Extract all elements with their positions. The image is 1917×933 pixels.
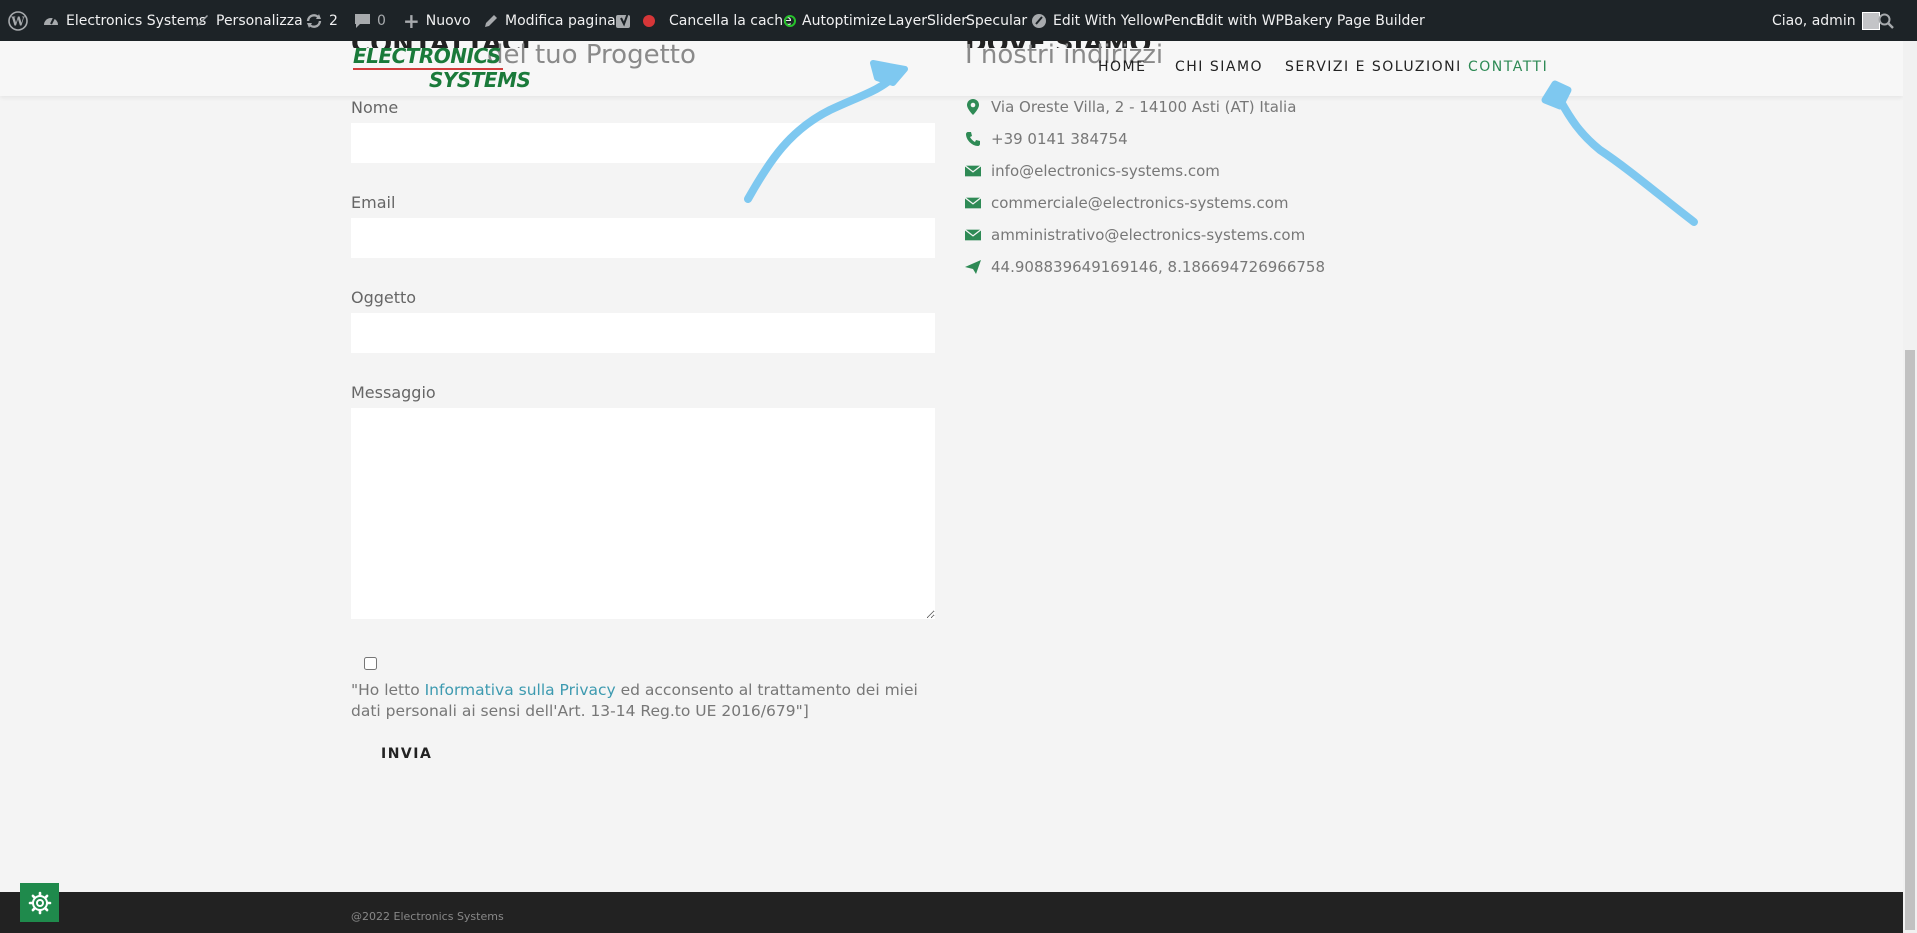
privacy-consent-text: "Ho letto Informativa sulla Privacy ed a… bbox=[351, 680, 941, 722]
envelope-icon bbox=[965, 165, 981, 177]
edit-page-label: Modifica pagina bbox=[505, 12, 616, 29]
yellowpencil-icon bbox=[1032, 13, 1046, 28]
yellowpencil-link[interactable]: Edit With YellowPencil bbox=[1031, 0, 1205, 41]
annotation-arrow-contatti bbox=[1556, 96, 1698, 226]
layerslider-link[interactable]: LayerSlider bbox=[888, 0, 967, 41]
updates-count: 2 bbox=[329, 12, 338, 29]
privacy-consent-checkbox[interactable] bbox=[364, 657, 377, 670]
clear-cache-label: Cancella la cache bbox=[669, 12, 792, 29]
contact-email-amministrativo: amministrativo@electronics-systems.com bbox=[965, 226, 1305, 244]
comments-count: 0 bbox=[377, 12, 386, 29]
consent-prefix: "Ho letto bbox=[351, 681, 425, 699]
contact-phone-text: +39 0141 384754 bbox=[991, 130, 1128, 148]
contact-email-commerciale: commerciale@electronics-systems.com bbox=[965, 194, 1288, 212]
contact-email-info: info@electronics-systems.com bbox=[965, 162, 1220, 180]
specular-label: Specular bbox=[966, 12, 1028, 29]
autoptimize-link[interactable]: Autoptimize bbox=[784, 0, 886, 41]
logo-underline bbox=[353, 68, 503, 70]
comments-link[interactable]: 0 bbox=[354, 0, 386, 41]
contact-email-info-text[interactable]: info@electronics-systems.com bbox=[991, 162, 1220, 180]
edit-page-link[interactable]: Modifica pagina bbox=[483, 0, 616, 41]
subject-field[interactable] bbox=[351, 313, 935, 353]
autoptimize-status-icon bbox=[784, 14, 796, 27]
message-field[interactable] bbox=[351, 408, 935, 619]
gear-icon bbox=[28, 891, 51, 914]
yoast-seo-icon[interactable] bbox=[615, 0, 633, 41]
contact-email-commerciale-text[interactable]: commerciale@electronics-systems.com bbox=[991, 194, 1288, 212]
wordpress-logo-icon[interactable]: W bbox=[8, 0, 28, 41]
brush-icon bbox=[196, 14, 208, 27]
message-label: Messaggio bbox=[351, 383, 436, 402]
admin-bar: W Electronics Systems Personalizza 2 0 +… bbox=[0, 0, 1917, 41]
logo-line-1: ELECTRONICS bbox=[353, 44, 501, 68]
customize-label: Personalizza bbox=[216, 12, 303, 29]
contact-email-amministrativo-text[interactable]: amministrativo@electronics-systems.com bbox=[991, 226, 1305, 244]
yellowpencil-label: Edit With YellowPencil bbox=[1053, 12, 1205, 29]
new-content-link[interactable]: + Nuovo bbox=[403, 0, 471, 41]
name-field[interactable] bbox=[351, 123, 935, 163]
site-name-label: Electronics Systems bbox=[66, 12, 207, 29]
nav-home[interactable]: HOME bbox=[1098, 59, 1146, 75]
footer-copyright: @2022 Electronics Systems bbox=[351, 910, 504, 923]
site-header bbox=[0, 41, 1903, 96]
nav-contatti[interactable]: CONTATTI bbox=[1468, 59, 1548, 75]
contact-address: Via Oreste Villa, 2 - 14100 Asti (AT) It… bbox=[965, 98, 1296, 116]
dashboard-icon bbox=[44, 17, 58, 25]
name-label: Nome bbox=[351, 98, 399, 117]
cache-status-dot-icon bbox=[643, 14, 655, 27]
avatar bbox=[1861, 11, 1880, 30]
envelope-icon bbox=[965, 197, 981, 209]
contact-address-text: Via Oreste Villa, 2 - 14100 Asti (AT) It… bbox=[991, 98, 1297, 116]
nav-servizi-e-soluzioni[interactable]: SERVIZI E SOLUZIONI bbox=[1285, 59, 1462, 75]
nav-chi-siamo[interactable]: CHI SIAMO bbox=[1175, 59, 1263, 75]
contact-coordinates: 44.908839649169146, 8.186694726966758 bbox=[965, 258, 1325, 276]
plus-icon: + bbox=[403, 8, 420, 33]
envelope-icon bbox=[965, 229, 981, 241]
search-icon[interactable] bbox=[1878, 0, 1894, 41]
map-pin-icon bbox=[965, 99, 981, 115]
contact-phone: +39 0141 384754 bbox=[965, 130, 1128, 148]
paper-plane-icon bbox=[965, 260, 981, 274]
logo-line-2: SYSTEMS bbox=[429, 68, 531, 92]
updates-link[interactable]: 2 bbox=[305, 0, 338, 41]
specular-link[interactable]: Specular bbox=[966, 0, 1027, 41]
new-label: Nuovo bbox=[425, 12, 471, 29]
admin-site-name[interactable]: Electronics Systems bbox=[42, 0, 206, 41]
greeting-label: Ciao, admin bbox=[1772, 12, 1856, 29]
wpbakery-label: Edit with WPBakery Page Builder bbox=[1196, 12, 1425, 29]
layerslider-label: LayerSlider bbox=[888, 12, 967, 29]
my-account-link[interactable]: Ciao, admin bbox=[1772, 0, 1880, 41]
contact-coordinates-text: 44.908839649169146, 8.186694726966758 bbox=[991, 258, 1326, 276]
site-logo[interactable]: ELECTRONICS SYSTEMS bbox=[351, 44, 531, 96]
refresh-icon bbox=[306, 13, 322, 28]
customize-link[interactable]: Personalizza bbox=[194, 0, 303, 41]
subject-label: Oggetto bbox=[351, 288, 417, 307]
submit-button[interactable]: INVIA bbox=[381, 740, 441, 768]
site-footer bbox=[0, 892, 1903, 933]
wpbakery-link[interactable]: Edit with WPBakery Page Builder bbox=[1196, 0, 1425, 41]
email-field[interactable] bbox=[351, 218, 935, 258]
page-scrollbar-thumb[interactable] bbox=[1905, 350, 1915, 930]
pencil-icon bbox=[485, 14, 497, 27]
autoptimize-label: Autoptimize bbox=[802, 12, 887, 29]
clear-cache-link[interactable]: Cancella la cache bbox=[643, 0, 792, 41]
email-label: Email bbox=[351, 193, 396, 212]
settings-button[interactable] bbox=[20, 883, 59, 922]
comment-icon bbox=[355, 13, 370, 28]
privacy-policy-link[interactable]: Informativa sulla Privacy bbox=[425, 681, 616, 699]
annotation-overlay bbox=[744, 60, 1698, 226]
svg-text:W: W bbox=[10, 14, 25, 28]
phone-icon bbox=[965, 131, 981, 147]
